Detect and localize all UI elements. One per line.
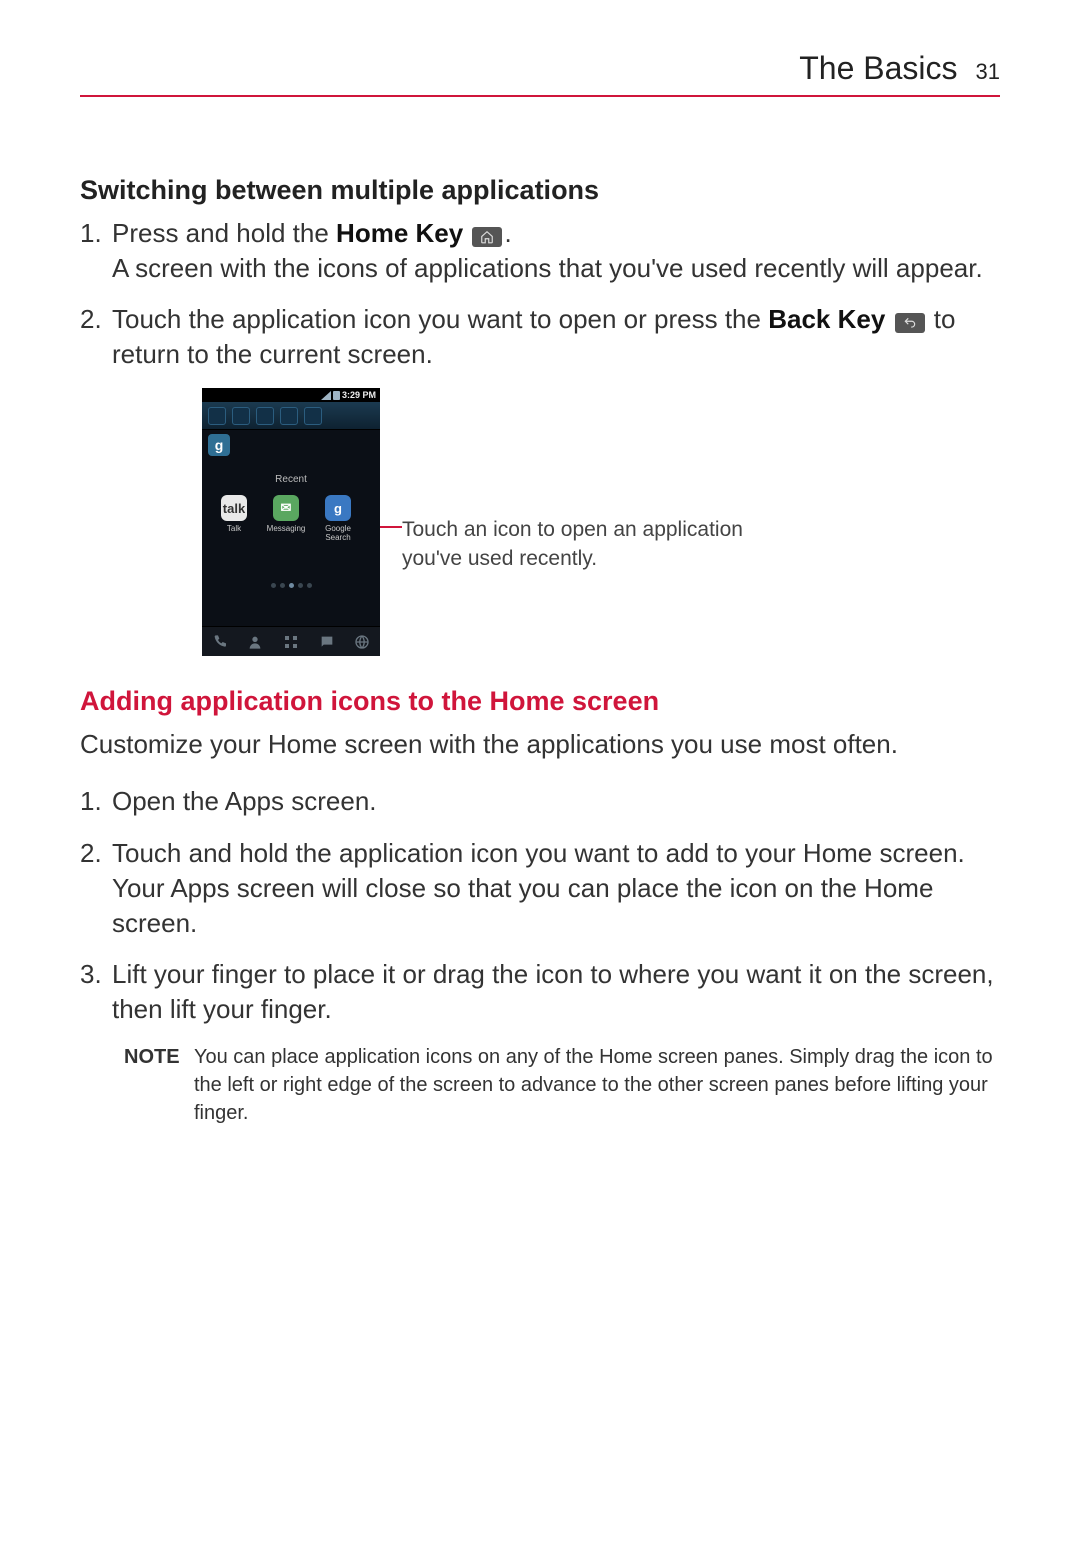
manual-page: The Basics 31 Switching between multiple… — [0, 0, 1080, 1552]
page-dots — [202, 583, 380, 588]
step-2: 2. Touch and hold the application icon y… — [80, 836, 1000, 941]
app-label: Messaging — [267, 525, 306, 534]
app-label: Talk — [227, 525, 241, 534]
text-frag: A screen with the icons of applications … — [112, 253, 983, 283]
messaging-icon: ✉ — [273, 495, 299, 521]
nav-browser-icon — [351, 631, 373, 653]
step-2: 2. Touch the application icon you want t… — [80, 302, 1000, 372]
nav-phone-icon — [209, 631, 231, 653]
google-search-icon: g — [325, 495, 351, 521]
quick-toggle — [280, 407, 298, 425]
step-text: Open the Apps screen. — [112, 784, 1000, 819]
header-rule: The Basics 31 — [80, 50, 1000, 97]
note-label: NOTE — [124, 1043, 194, 1127]
steps-list-adding: 1. Open the Apps screen. 2. Touch and ho… — [80, 784, 1000, 1027]
step-3: 3. Lift your finger to place it or drag … — [80, 957, 1000, 1027]
back-key-label: Back Key — [768, 304, 885, 334]
search-box-icon: g — [208, 434, 230, 456]
talk-icon: talk — [221, 495, 247, 521]
steps-list-switching: 1. Press and hold the Home Key . A scree… — [80, 216, 1000, 372]
home-key-label: Home Key — [336, 218, 463, 248]
nav-messaging-icon — [316, 631, 338, 653]
section-heading-switching: Switching between multiple applications — [80, 175, 1000, 206]
callout-text: Touch an icon to open an application you… — [402, 516, 762, 573]
dot — [271, 583, 276, 588]
text-frag: . — [504, 218, 511, 248]
step-text: Touch the application icon you want to o… — [112, 302, 1000, 372]
phone-screenshot: 3:29 PM g Recent talk Talk ✉ Mes — [202, 388, 380, 656]
figure: 3:29 PM g Recent talk Talk ✉ Mes — [202, 388, 1000, 656]
quick-toggle — [256, 407, 274, 425]
header-row: The Basics 31 — [80, 50, 1000, 95]
nav-bar — [202, 626, 380, 656]
recent-app-talk: talk Talk — [214, 495, 254, 543]
step-text: Touch and hold the application icon you … — [112, 836, 1000, 941]
step-number: 1. — [80, 784, 112, 819]
app-label: Google Search — [325, 525, 351, 543]
section-heading-adding-icons: Adding application icons to the Home scr… — [80, 686, 1000, 717]
step-number: 1. — [80, 216, 112, 286]
page-number: 31 — [976, 59, 1000, 85]
dot — [280, 583, 285, 588]
back-key-icon — [895, 313, 925, 333]
status-time: 3:29 PM — [342, 390, 376, 400]
nav-contacts-icon — [244, 631, 266, 653]
recent-apps-row: talk Talk ✉ Messaging g Google Search — [202, 485, 380, 543]
text-frag: Touch the application icon you want to o… — [112, 304, 768, 334]
step-1: 1. Press and hold the Home Key . A scree… — [80, 216, 1000, 286]
step-number: 2. — [80, 302, 112, 372]
battery-icon — [333, 391, 340, 400]
text-frag: Press and hold the — [112, 218, 336, 248]
recent-app-google-search: g Google Search — [318, 495, 358, 543]
dot-active — [289, 583, 294, 588]
signal-icon — [321, 391, 331, 400]
step-number: 2. — [80, 836, 112, 941]
recent-label: Recent — [202, 474, 380, 485]
quick-toggle — [208, 407, 226, 425]
callout: Touch an icon to open an application you… — [402, 516, 762, 573]
recent-app-messaging: ✉ Messaging — [266, 495, 306, 543]
step-text: Press and hold the Home Key . A screen w… — [112, 216, 1000, 286]
quick-toggle — [304, 407, 322, 425]
dot — [298, 583, 303, 588]
quick-settings-row — [202, 402, 380, 430]
quick-toggle — [232, 407, 250, 425]
step-1: 1. Open the Apps screen. — [80, 784, 1000, 819]
callout-leader-line — [380, 526, 402, 528]
dot — [307, 583, 312, 588]
step-number: 3. — [80, 957, 112, 1027]
search-row: g — [202, 430, 380, 464]
note-text: You can place application icons on any o… — [194, 1043, 1000, 1127]
header-title: The Basics — [799, 50, 957, 87]
status-bar: 3:29 PM — [202, 388, 380, 402]
home-key-icon — [472, 227, 502, 247]
step-text: Lift your finger to place it or drag the… — [112, 957, 1000, 1027]
nav-apps-icon — [280, 631, 302, 653]
note: NOTE You can place application icons on … — [80, 1043, 1000, 1127]
section-intro: Customize your Home screen with the appl… — [80, 727, 1000, 762]
